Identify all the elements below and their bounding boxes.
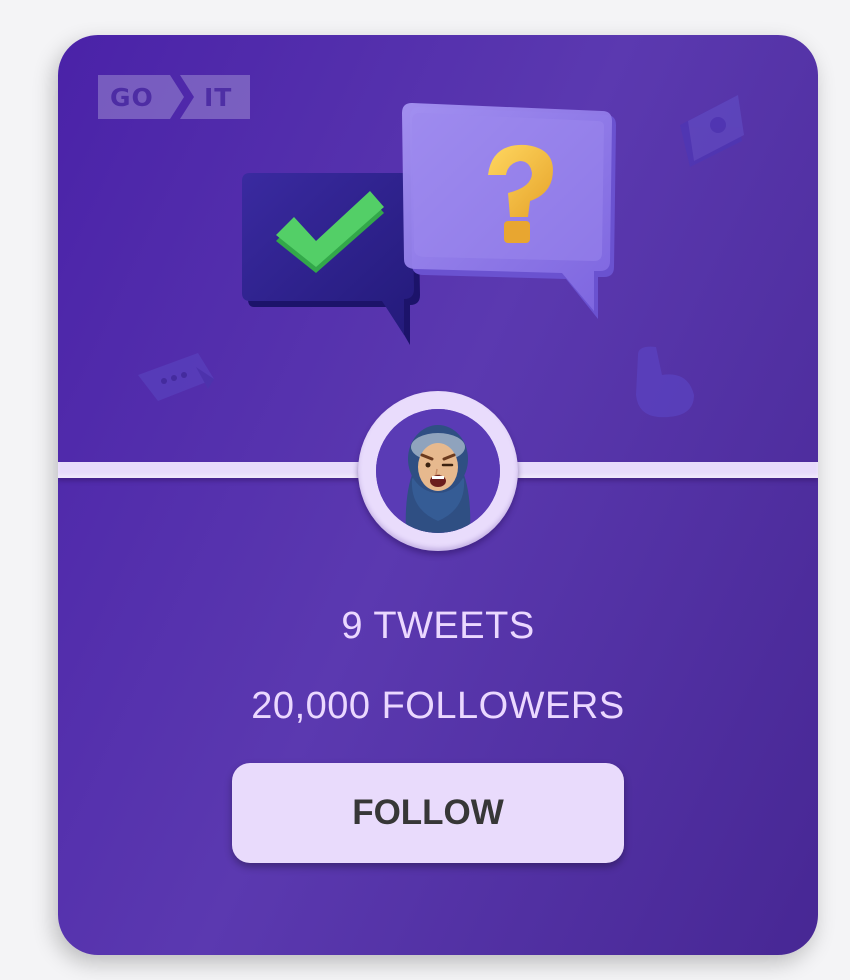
- user-card: GO IT 9 TWEETS 20,000 FOLLOWERS FOLLOW: [58, 35, 818, 955]
- tweets-count: 9 TWEETS: [341, 605, 535, 647]
- question-bubble-icon: [402, 103, 616, 319]
- floating-heart-icon: [636, 346, 694, 418]
- followers-count: 20,000 FOLLOWERS: [251, 685, 625, 727]
- floating-heart-bubble-icon: [680, 95, 744, 167]
- avatar: [376, 409, 500, 533]
- checkmark-bubble-icon: [242, 173, 420, 345]
- follow-button[interactable]: FOLLOW: [232, 763, 624, 863]
- avatar-ring: [358, 391, 518, 551]
- floating-chat-icon: [138, 353, 214, 401]
